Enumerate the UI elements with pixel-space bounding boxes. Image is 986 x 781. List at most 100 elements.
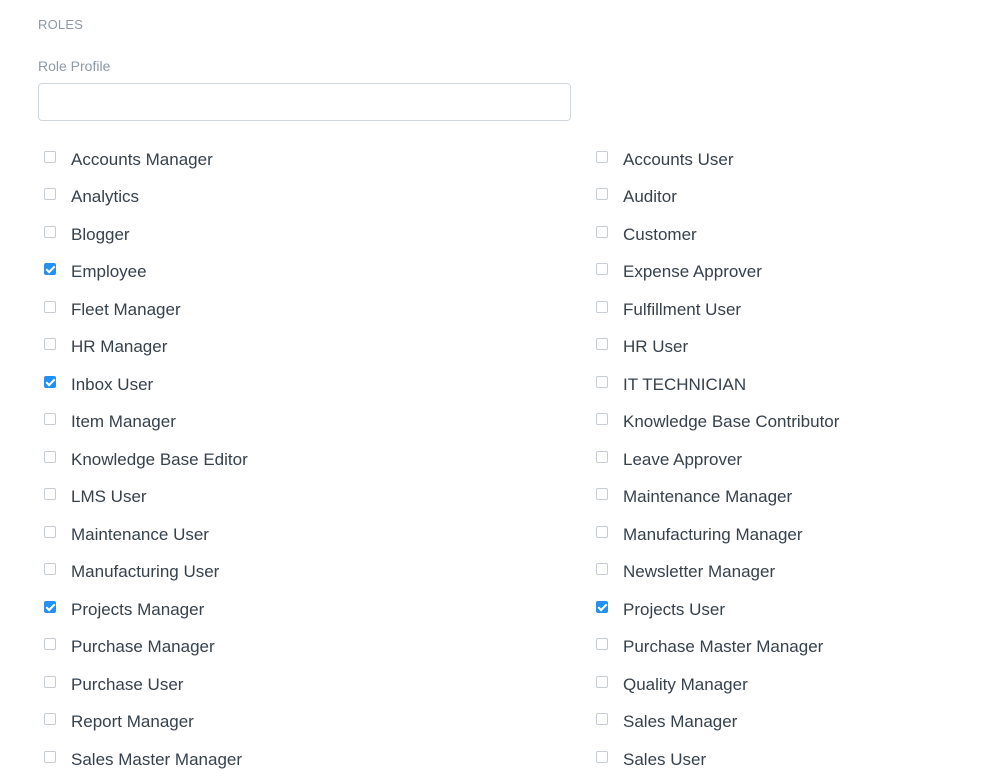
role-item-sales-manager[interactable]: Sales Manager bbox=[596, 704, 964, 742]
role-label: Maintenance User bbox=[71, 524, 209, 544]
role-item-item-manager[interactable]: Item Manager bbox=[44, 404, 596, 442]
role-checkbox[interactable] bbox=[596, 300, 608, 313]
role-checkbox[interactable] bbox=[44, 638, 56, 651]
role-label: Maintenance Manager bbox=[623, 487, 793, 507]
role-checkbox[interactable] bbox=[596, 563, 608, 576]
role-checkbox[interactable] bbox=[596, 750, 608, 763]
role-label: Report Manager bbox=[71, 712, 194, 732]
role-item-sales-user[interactable]: Sales User bbox=[596, 741, 964, 779]
role-label: Blogger bbox=[71, 224, 130, 244]
role-item-purchase-user[interactable]: Purchase User bbox=[44, 666, 596, 704]
role-checkbox[interactable] bbox=[44, 675, 56, 688]
role-checkbox[interactable] bbox=[44, 375, 56, 388]
role-item-expense-approver[interactable]: Expense Approver bbox=[596, 254, 964, 292]
role-checkbox[interactable] bbox=[596, 150, 608, 163]
role-item-analytics[interactable]: Analytics bbox=[44, 179, 596, 217]
role-label: Leave Approver bbox=[623, 449, 743, 469]
role-checkbox[interactable] bbox=[596, 225, 608, 238]
role-checkbox[interactable] bbox=[44, 263, 56, 276]
role-item-newsletter-manager[interactable]: Newsletter Manager bbox=[596, 554, 964, 592]
role-label: Accounts Manager bbox=[71, 149, 213, 169]
role-label: HR User bbox=[623, 337, 689, 357]
role-item-fleet-manager[interactable]: Fleet Manager bbox=[44, 291, 596, 329]
role-item-it-technician[interactable]: IT TECHNICIAN bbox=[596, 366, 964, 404]
role-label: Purchase Manager bbox=[71, 637, 215, 657]
role-label: Sales User bbox=[623, 749, 707, 769]
role-checkbox[interactable] bbox=[44, 563, 56, 576]
role-item-projects-user[interactable]: Projects User bbox=[596, 591, 964, 629]
role-label: Projects User bbox=[623, 599, 726, 619]
role-checkbox[interactable] bbox=[596, 338, 608, 351]
role-profile-input[interactable] bbox=[38, 83, 571, 121]
role-label: Inbox User bbox=[71, 374, 154, 394]
role-label: Analytics bbox=[71, 187, 140, 207]
role-item-sales-master-manager[interactable]: Sales Master Manager bbox=[44, 741, 596, 779]
role-checkbox[interactable] bbox=[44, 488, 56, 501]
role-item-manufacturing-manager[interactable]: Manufacturing Manager bbox=[596, 516, 964, 554]
role-checkbox[interactable] bbox=[44, 713, 56, 726]
role-label: Projects Manager bbox=[71, 599, 205, 619]
role-item-hr-manager[interactable]: HR Manager bbox=[44, 329, 596, 367]
role-label: Manufacturing User bbox=[71, 562, 220, 582]
role-item-lms-user[interactable]: LMS User bbox=[44, 479, 596, 517]
role-item-fulfillment-user[interactable]: Fulfillment User bbox=[596, 291, 964, 329]
role-item-manufacturing-user[interactable]: Manufacturing User bbox=[44, 554, 596, 592]
role-checkbox[interactable] bbox=[596, 413, 608, 426]
role-checkbox[interactable] bbox=[596, 713, 608, 726]
role-checkbox[interactable] bbox=[596, 188, 608, 201]
role-item-inbox-user[interactable]: Inbox User bbox=[44, 366, 596, 404]
role-item-purchase-master-manager[interactable]: Purchase Master Manager bbox=[596, 629, 964, 667]
role-label: Knowledge Base Contributor bbox=[623, 412, 840, 432]
role-item-hr-user[interactable]: HR User bbox=[596, 329, 964, 367]
role-label: Sales Master Manager bbox=[71, 749, 243, 769]
role-item-accounts-user[interactable]: Accounts User bbox=[596, 141, 964, 179]
role-item-accounts-manager[interactable]: Accounts Manager bbox=[44, 141, 596, 179]
role-label: Expense Approver bbox=[623, 262, 762, 282]
role-item-knowledge-base-editor[interactable]: Knowledge Base Editor bbox=[44, 441, 596, 479]
role-checkbox[interactable] bbox=[44, 150, 56, 163]
role-label: Knowledge Base Editor bbox=[71, 449, 248, 469]
role-item-blogger[interactable]: Blogger bbox=[44, 216, 596, 254]
role-checkbox[interactable] bbox=[44, 525, 56, 538]
role-label: Sales Manager bbox=[623, 712, 738, 732]
role-label: Manufacturing Manager bbox=[623, 524, 803, 544]
role-checkbox[interactable] bbox=[596, 638, 608, 651]
role-item-purchase-manager[interactable]: Purchase Manager bbox=[44, 629, 596, 667]
role-item-customer[interactable]: Customer bbox=[596, 216, 964, 254]
role-checkbox[interactable] bbox=[596, 675, 608, 688]
role-item-leave-approver[interactable]: Leave Approver bbox=[596, 441, 964, 479]
role-checkbox[interactable] bbox=[44, 750, 56, 763]
role-checkbox[interactable] bbox=[44, 300, 56, 313]
role-checkbox[interactable] bbox=[44, 600, 56, 613]
role-checkbox[interactable] bbox=[596, 375, 608, 388]
role-checkbox[interactable] bbox=[596, 600, 608, 613]
role-item-report-manager[interactable]: Report Manager bbox=[44, 704, 596, 742]
roles-checkbox-grid: Accounts Manager Accounts User Analytics Au… bbox=[44, 141, 964, 779]
role-item-maintenance-user[interactable]: Maintenance User bbox=[44, 516, 596, 554]
role-label: Quality Manager bbox=[623, 674, 748, 694]
role-label: Accounts User bbox=[623, 149, 734, 169]
role-checkbox[interactable] bbox=[44, 338, 56, 351]
role-item-knowledge-base-contributor[interactable]: Knowledge Base Contributor bbox=[596, 404, 964, 442]
role-checkbox[interactable] bbox=[596, 525, 608, 538]
role-item-projects-manager[interactable]: Projects Manager bbox=[44, 591, 596, 629]
role-item-quality-manager[interactable]: Quality Manager bbox=[596, 666, 964, 704]
role-label: Purchase Master Manager bbox=[623, 637, 824, 657]
role-checkbox[interactable] bbox=[596, 450, 608, 463]
role-label: Fulfillment User bbox=[623, 299, 742, 319]
role-label: Auditor bbox=[623, 187, 677, 207]
role-checkbox[interactable] bbox=[44, 413, 56, 426]
role-checkbox[interactable] bbox=[44, 450, 56, 463]
role-label: HR Manager bbox=[71, 337, 168, 357]
role-checkbox[interactable] bbox=[596, 263, 608, 276]
role-checkbox[interactable] bbox=[44, 188, 56, 201]
role-checkbox[interactable] bbox=[596, 488, 608, 501]
role-label: IT TECHNICIAN bbox=[623, 374, 747, 394]
role-checkbox[interactable] bbox=[44, 225, 56, 238]
role-item-auditor[interactable]: Auditor bbox=[596, 179, 964, 217]
role-item-maintenance-manager[interactable]: Maintenance Manager bbox=[596, 479, 964, 517]
role-label: Newsletter Manager bbox=[623, 562, 776, 582]
role-label: Employee bbox=[71, 262, 147, 282]
role-item-employee[interactable]: Employee bbox=[44, 254, 596, 292]
role-label: Purchase User bbox=[71, 674, 184, 694]
